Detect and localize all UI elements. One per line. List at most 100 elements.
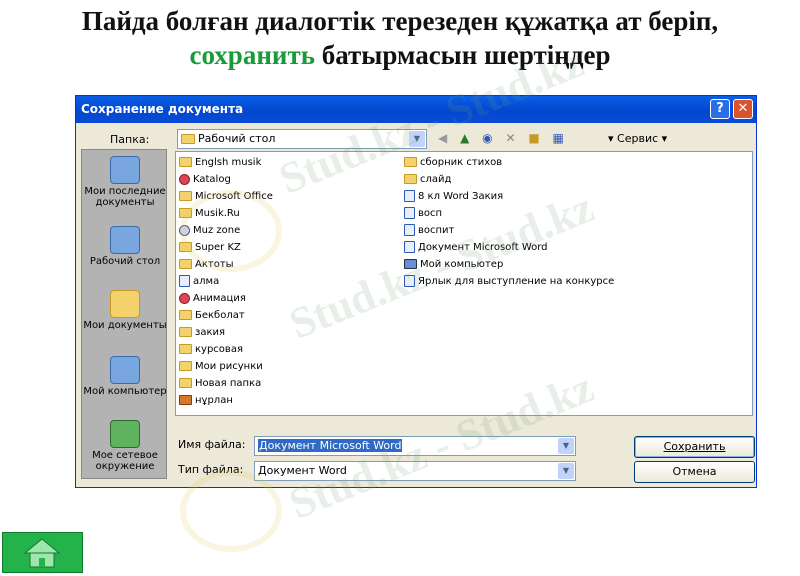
place-my-documents[interactable]: Мои документы (82, 290, 168, 331)
folder-combo[interactable]: Рабочий стол ▼ (177, 129, 427, 149)
save-button[interactable]: Сохранить (634, 436, 755, 458)
file-name: Документ Microsoft Word (418, 242, 548, 253)
place-network[interactable]: Мое сетевое окружение (82, 420, 168, 472)
place-label: Мой компьютер (83, 386, 167, 397)
file-name: Englsh musik (195, 157, 262, 168)
close-button[interactable]: ✕ (733, 99, 753, 119)
recent-documents-icon (110, 156, 140, 184)
place-my-computer[interactable]: Мой компьютер (82, 356, 168, 397)
folder-icon (179, 259, 192, 269)
filename-input[interactable]: Документ Microsoft Word ▼ (254, 436, 576, 456)
file-item[interactable]: Мой компьютер (404, 257, 503, 273)
box-icon (179, 395, 192, 405)
file-name: Новая папка (195, 378, 262, 389)
file-item[interactable]: слайд (404, 172, 451, 188)
save-document-dialog: Сохранение документа ? ✕ Папка: Рабочий … (75, 95, 757, 488)
word-doc-icon (404, 207, 415, 219)
home-icon (23, 538, 61, 568)
tools-menu[interactable]: ▾ Сервис ▾ (608, 132, 667, 145)
place-desktop[interactable]: Рабочий стол (82, 226, 168, 267)
file-item[interactable]: Englsh musik (179, 155, 261, 171)
chevron-down-icon[interactable]: ▼ (558, 438, 574, 454)
folder-icon (404, 174, 417, 184)
file-item[interactable]: Musik.Ru (179, 206, 240, 222)
desktop-icon (110, 226, 140, 254)
file-item[interactable]: Бекболат (179, 308, 245, 324)
file-name: слайд (420, 174, 452, 185)
new-folder-icon[interactable]: ■ (528, 131, 539, 145)
title-line-2-rest: батырмасын шертіңдер (314, 40, 611, 70)
place-recent-documents[interactable]: Мои последние документы (82, 156, 168, 208)
title-line-2: сохранить батырмасын шертіңдер (0, 38, 800, 72)
file-name: Бекболат (195, 310, 245, 321)
file-item[interactable]: Новая папка (179, 376, 261, 392)
file-name: закия (195, 327, 225, 338)
folder-icon (179, 310, 192, 320)
slide-title: Пайда болған диалогтік терезеден құжатқа… (0, 4, 800, 72)
file-item[interactable]: сборник стихов (404, 155, 502, 171)
file-name: Super KZ (195, 242, 241, 253)
file-item[interactable]: воспит (404, 223, 454, 239)
save-button-label: Сохранить (663, 440, 726, 453)
help-button[interactable]: ? (710, 99, 730, 119)
filetype-select[interactable]: Документ Word ▼ (254, 461, 576, 481)
file-item[interactable]: Актоты (179, 257, 234, 273)
file-name: восп (418, 208, 443, 219)
file-name: сборник стихов (420, 157, 503, 168)
my-documents-icon (110, 290, 140, 318)
file-item[interactable]: Muz zone (179, 223, 240, 239)
filename-label: Имя файла: (178, 438, 246, 451)
file-item[interactable]: нұрлан (179, 393, 233, 409)
file-item[interactable]: Документ Microsoft Word (404, 240, 548, 256)
cancel-button[interactable]: Отмена (634, 461, 755, 483)
dialog-title: Сохранение документа (81, 102, 244, 116)
delete-icon[interactable]: ✕ (505, 131, 515, 145)
views-icon[interactable]: ▦ (553, 131, 564, 145)
back-icon[interactable]: ◀ (438, 131, 447, 145)
up-folder-icon[interactable]: ▲ (460, 131, 469, 145)
word-doc-icon (404, 190, 415, 202)
file-name: Ярлык для выступление на конкурсе (418, 276, 615, 287)
file-item[interactable]: Ярлык для выступление на конкурсе (404, 274, 614, 290)
file-name: Muz zone (193, 225, 241, 236)
place-label: Мои документы (83, 320, 167, 331)
file-name: Анимация (193, 293, 246, 304)
file-item[interactable]: Super KZ (179, 240, 241, 256)
search-web-icon[interactable]: ◉ (482, 131, 492, 145)
dialog-titlebar[interactable]: Сохранение документа ? ✕ (76, 96, 756, 123)
folder-icon (179, 157, 192, 167)
chevron-down-icon[interactable]: ▼ (558, 463, 574, 479)
app-icon (179, 173, 190, 185)
file-name: алма (193, 276, 220, 287)
file-item[interactable]: Анимация (179, 291, 246, 307)
folder-icon (179, 208, 192, 218)
filename-value: Документ Microsoft Word (258, 439, 403, 452)
word-doc-icon (404, 241, 415, 253)
file-name: Мой компьютер (420, 259, 504, 270)
file-item[interactable]: 8 кл Word Закия (404, 189, 503, 205)
cd-icon (179, 224, 190, 236)
file-name: Musik.Ru (195, 208, 240, 219)
file-item[interactable]: восп (404, 206, 442, 222)
file-list[interactable]: Englsh musik Katalog Microsoft Office Musik… (175, 151, 753, 416)
file-item[interactable]: Katalog (179, 172, 231, 188)
tools-menu-label: Сервис (617, 132, 659, 145)
folder-icon (179, 378, 192, 388)
folder-icon (404, 157, 417, 167)
network-icon (110, 420, 140, 448)
file-item[interactable]: курсовая (179, 342, 243, 358)
file-name: 8 кл Word Закия (418, 191, 504, 202)
home-button[interactable] (2, 532, 83, 573)
file-item[interactable]: Microsoft Office (179, 189, 273, 205)
file-item[interactable]: закия (179, 325, 225, 341)
folder-label: Папка: (110, 133, 150, 146)
app-icon (179, 292, 190, 304)
file-item[interactable]: алма (179, 274, 219, 290)
folder-icon (179, 361, 192, 371)
chevron-down-icon[interactable]: ▼ (409, 131, 425, 147)
computer-icon (404, 259, 417, 269)
folder-icon (179, 242, 192, 252)
file-item[interactable]: Мои рисунки (179, 359, 263, 375)
word-doc-icon (404, 224, 415, 236)
folder-icon (179, 191, 192, 201)
